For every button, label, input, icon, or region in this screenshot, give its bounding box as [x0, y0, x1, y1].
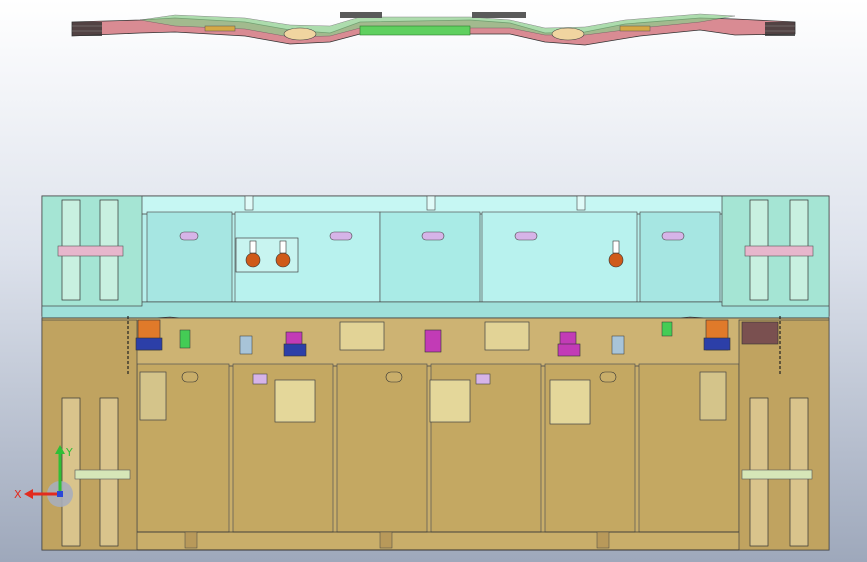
y-axis-label: Y: [65, 446, 73, 459]
cad-viewport[interactable]: X Y: [0, 0, 867, 562]
die-assembly-drawing: [41, 12, 830, 551]
x-axis-label: X: [14, 488, 22, 501]
upper-die: [41, 195, 830, 319]
stamped-part-top-view: [71, 12, 796, 46]
coordinate-axes-icon: X Y: [8, 442, 78, 512]
lower-die: [41, 317, 830, 551]
